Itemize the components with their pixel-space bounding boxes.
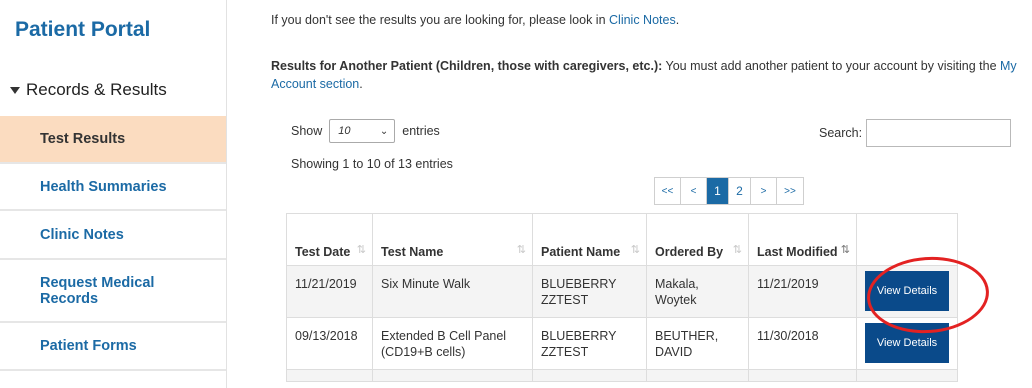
header-label: Test Date bbox=[295, 245, 351, 259]
info-text: . bbox=[359, 77, 363, 91]
page-1-button[interactable]: 1 bbox=[707, 178, 729, 204]
table-row: 09/13/2018 Extended B Cell Panel (CD19+B… bbox=[286, 317, 958, 370]
cell-test-date: 09/13/2018 bbox=[286, 317, 373, 370]
cell-patient-name: BLUEBERRY ZZTEST bbox=[532, 317, 647, 370]
table-header-row: Test Date ⇅ Test Name ⇅ Patient Name ⇅ Orde… bbox=[286, 213, 958, 266]
sidebar-item-request-medical-records[interactable]: Request Medical Records bbox=[0, 260, 226, 323]
sort-arrows-icon: ⇅ bbox=[630, 244, 640, 256]
sidebar-item-patient-forms[interactable]: Patient Forms bbox=[0, 323, 226, 371]
cell-empty bbox=[748, 369, 857, 382]
sidebar-nav: Test Results Health Summaries Clinic Not… bbox=[0, 116, 226, 371]
cell-test-name: Six Minute Walk bbox=[372, 265, 533, 318]
sort-arrows-icon: ⇅ bbox=[732, 244, 742, 256]
entries-value: 10 bbox=[338, 125, 351, 137]
clinic-notes-info: If you don't see the results you are loo… bbox=[271, 13, 679, 27]
entries-length-control: Show 10 ⌄ entries bbox=[291, 119, 440, 143]
section-label: Records & Results bbox=[26, 80, 167, 99]
clinic-notes-link[interactable]: Clinic Notes bbox=[609, 13, 676, 27]
view-details-button[interactable]: View Details bbox=[865, 323, 949, 363]
sidebar-item-label: Clinic Notes bbox=[40, 226, 124, 243]
cell-last-modified: 11/21/2019 bbox=[748, 265, 857, 318]
chevron-down-icon: ⌄ bbox=[379, 125, 389, 137]
sort-arrows-icon: ⇅ bbox=[516, 244, 526, 256]
sort-arrows-icon: ⇅ bbox=[356, 244, 366, 256]
entries-select[interactable]: 10 ⌄ bbox=[329, 119, 396, 143]
sidebar-item-label: Test Results bbox=[40, 131, 126, 147]
cell-empty bbox=[372, 369, 533, 382]
header-label: Ordered By bbox=[655, 245, 724, 259]
header-label: Test Name bbox=[381, 245, 444, 259]
column-header-actions bbox=[856, 213, 958, 266]
portal-title[interactable]: Patient Portal bbox=[15, 18, 150, 42]
cell-last-modified: 11/30/2018 bbox=[748, 317, 857, 370]
table-row bbox=[286, 369, 958, 382]
column-header-patient-name[interactable]: Patient Name ⇅ bbox=[532, 213, 647, 266]
records-results-section[interactable]: Records & Results bbox=[10, 80, 167, 100]
sidebar-item-test-results[interactable]: Test Results bbox=[0, 116, 226, 164]
another-patient-info: Results for Another Patient (Children, t… bbox=[271, 57, 1032, 93]
column-header-test-name[interactable]: Test Name ⇅ bbox=[372, 213, 533, 266]
cell-empty bbox=[646, 369, 749, 382]
sidebar-item-label: Request Medical Records bbox=[40, 274, 155, 307]
cell-empty bbox=[286, 369, 373, 382]
info-text: If you don't see the results you are loo… bbox=[271, 13, 610, 27]
search-label: Search: bbox=[819, 126, 863, 140]
column-header-test-date[interactable]: Test Date ⇅ bbox=[286, 213, 373, 266]
table-info: Showing 1 to 10 of 13 entries bbox=[291, 157, 453, 171]
cell-empty bbox=[532, 369, 647, 382]
last-page-button[interactable]: >> bbox=[777, 178, 803, 204]
sidebar-item-label: Patient Forms bbox=[40, 338, 137, 354]
cell-ordered-by: Makala, Woytek bbox=[646, 265, 749, 318]
sidebar-item-clinic-notes[interactable]: Clinic Notes bbox=[0, 211, 226, 260]
cell-actions: View Details bbox=[856, 317, 958, 370]
sidebar-item-health-summaries[interactable]: Health Summaries bbox=[0, 164, 226, 211]
triangle-down-icon bbox=[10, 86, 20, 94]
cell-empty bbox=[856, 369, 958, 382]
entries-label: entries bbox=[402, 124, 440, 138]
cell-test-name: Extended B Cell Panel (CD19+B cells) bbox=[372, 317, 533, 370]
cell-actions: View Details bbox=[856, 265, 958, 318]
sidebar: Patient Portal Records & Results Test Re… bbox=[0, 0, 226, 388]
cell-ordered-by: BEUTHER, DAVID bbox=[646, 317, 749, 370]
first-page-button[interactable]: << bbox=[655, 178, 681, 204]
view-details-button[interactable]: View Details bbox=[865, 271, 949, 311]
column-header-ordered-by[interactable]: Ordered By ⇅ bbox=[646, 213, 749, 266]
header-label: Patient Name bbox=[541, 245, 621, 259]
pagination: << < 1 2 > >> bbox=[654, 177, 804, 205]
page-2-button[interactable]: 2 bbox=[729, 178, 751, 204]
table-row: 11/21/2019 Six Minute Walk BLUEBERRY ZZT… bbox=[286, 265, 958, 318]
cell-patient-name: BLUEBERRY ZZTEST bbox=[532, 265, 647, 318]
header-label: Last Modified bbox=[757, 245, 838, 259]
cell-test-date: 11/21/2019 bbox=[286, 265, 373, 318]
sort-arrows-icon: ⇅ bbox=[840, 244, 850, 256]
sidebar-divider bbox=[226, 0, 227, 388]
show-label: Show bbox=[291, 124, 323, 138]
search-input[interactable] bbox=[866, 119, 1012, 147]
column-header-last-modified[interactable]: Last Modified ⇅ bbox=[748, 213, 857, 266]
info-text: You must add another patient to your acc… bbox=[662, 59, 1001, 73]
next-page-button[interactable]: > bbox=[751, 178, 777, 204]
sidebar-item-label: Health Summaries bbox=[40, 178, 167, 195]
prev-page-button[interactable]: < bbox=[681, 178, 707, 204]
info-text: . bbox=[675, 13, 680, 27]
results-table: Test Date ⇅ Test Name ⇅ Patient Name ⇅ Orde… bbox=[286, 213, 958, 382]
search-control: Search: bbox=[819, 119, 1012, 147]
info-heading: Results for Another Patient (Children, t… bbox=[271, 59, 663, 73]
